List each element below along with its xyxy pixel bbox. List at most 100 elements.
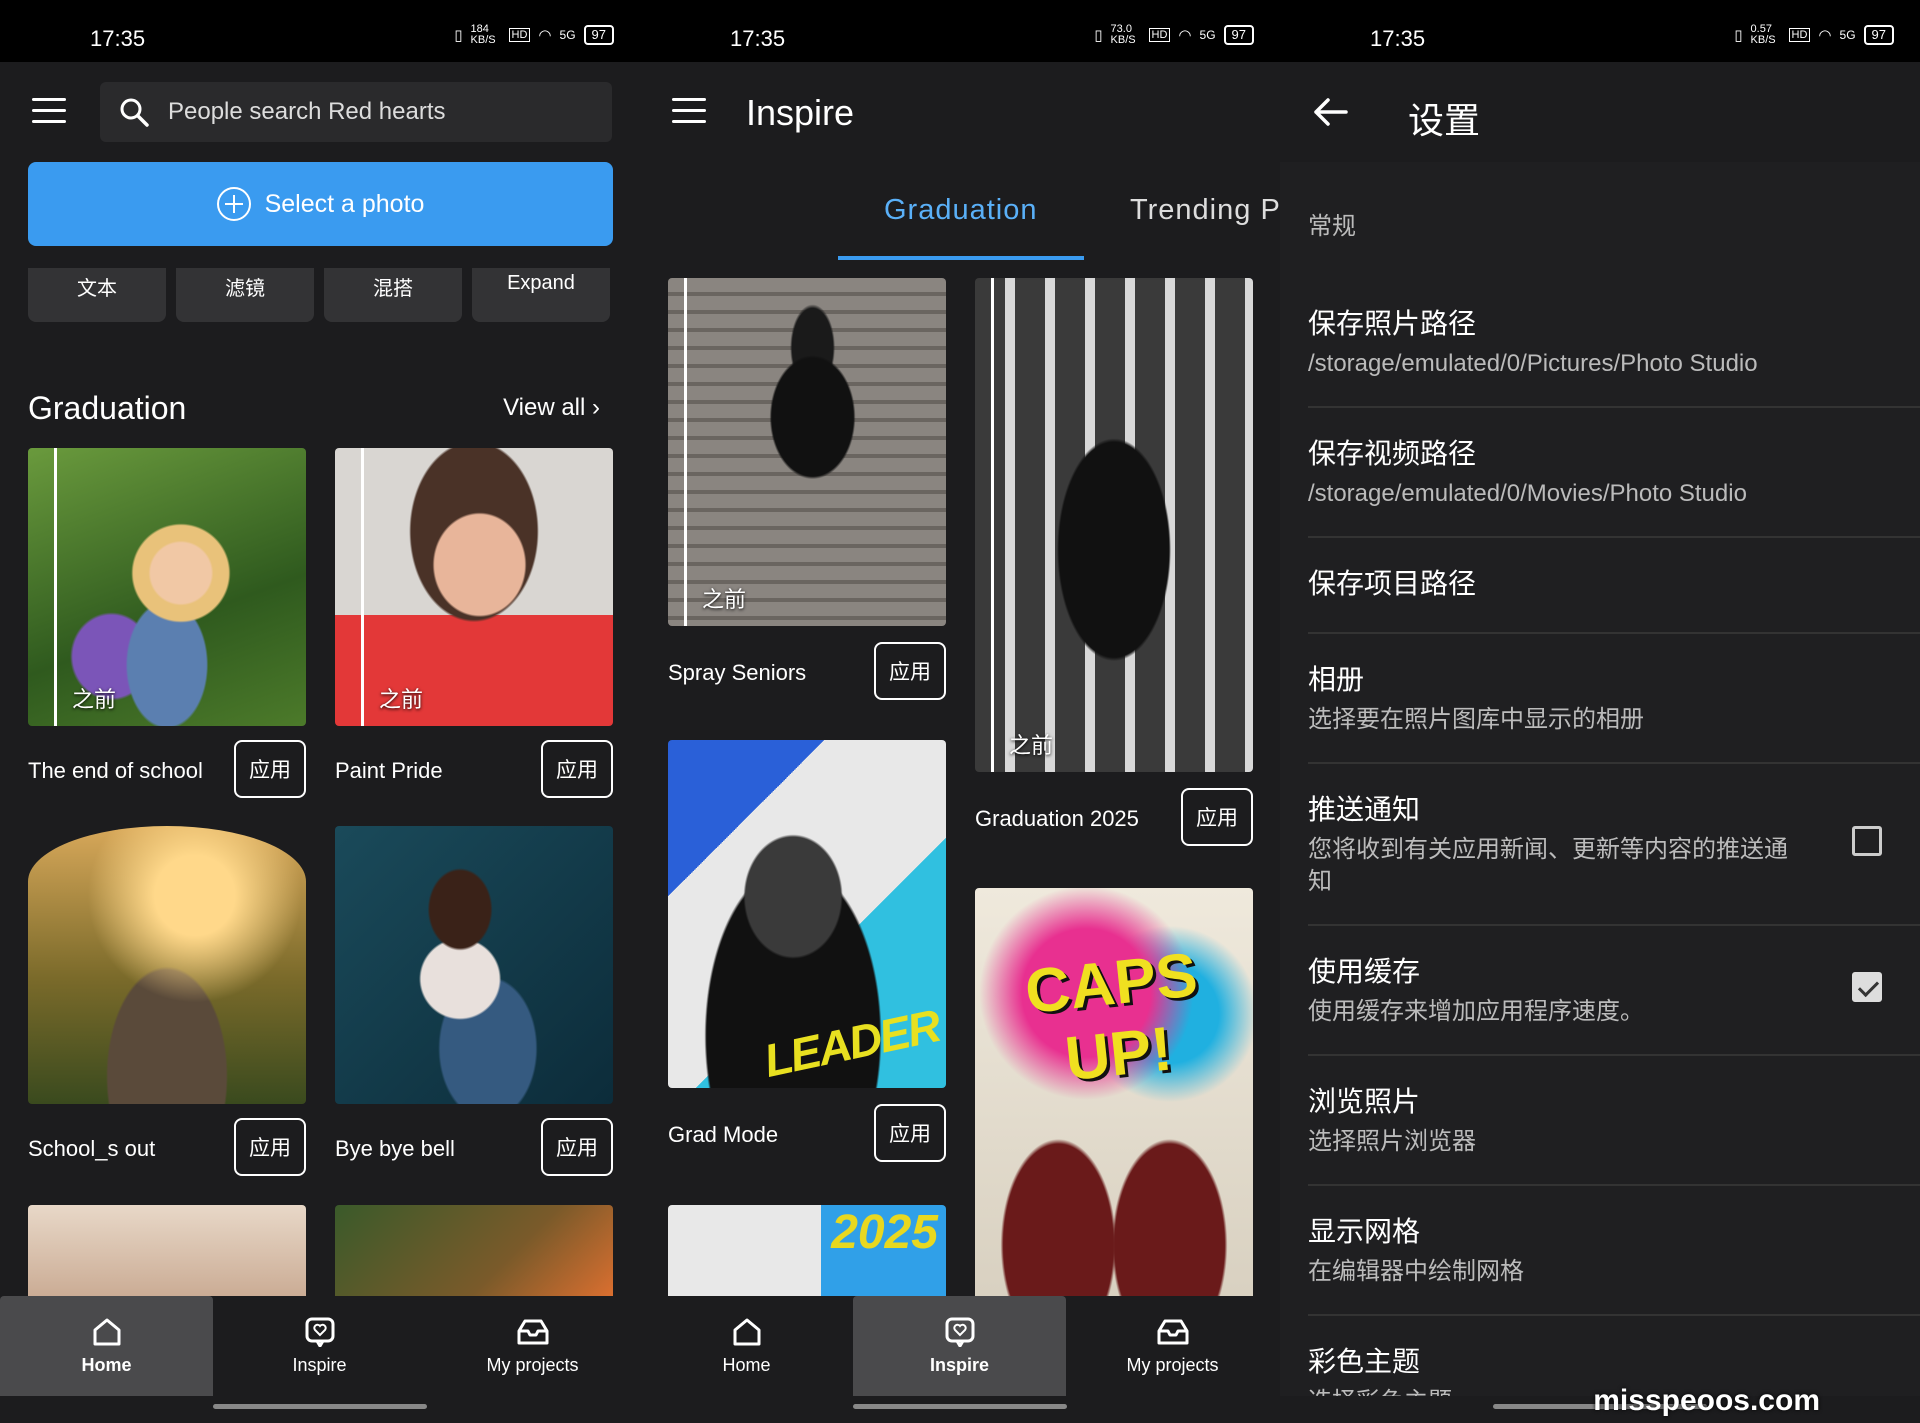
view-all-link[interactable]: View all › xyxy=(503,394,600,422)
wifi-icon: ◠ xyxy=(538,27,552,44)
page-title: 设置 xyxy=(1408,100,1481,141)
home-icon xyxy=(93,1318,120,1345)
apply-button[interactable]: 应用 xyxy=(874,642,946,700)
signal-icon: 5G xyxy=(1199,28,1216,42)
before-label: 之前 xyxy=(72,687,117,712)
card-image[interactable] xyxy=(28,826,306,1104)
apply-button[interactable]: 应用 xyxy=(541,740,613,798)
status-time: 17:35 xyxy=(90,26,146,51)
home-icon xyxy=(733,1318,760,1345)
card-image[interactable]: 2025 xyxy=(668,1205,946,1305)
before-label: 之前 xyxy=(1009,733,1054,758)
apply-button[interactable]: 应用 xyxy=(874,1104,946,1162)
card-title: The end of school xyxy=(28,758,203,783)
use-cache-checkbox[interactable] xyxy=(1852,972,1882,1002)
tab-bar: Graduation Trending P xyxy=(640,162,1280,262)
nav-home[interactable]: Home xyxy=(640,1296,853,1396)
before-label: 之前 xyxy=(702,587,747,612)
tab-indicator xyxy=(838,256,1084,260)
before-label: 之前 xyxy=(379,687,424,712)
setting-albums[interactable]: 相册 选择要在照片图库中显示的相册 xyxy=(1308,658,1920,764)
tool-chip-mix[interactable]: 混搭 xyxy=(324,268,462,322)
section-title: Graduation xyxy=(28,390,187,426)
nav-my-projects[interactable]: My projects xyxy=(426,1296,639,1396)
setting-save-project-path[interactable]: 保存项目路径 xyxy=(1308,562,1920,634)
card-image[interactable] xyxy=(28,1205,306,1305)
hd-icon: HD xyxy=(508,28,531,42)
home-indicator xyxy=(853,1404,1067,1409)
nav-inspire[interactable]: Inspire xyxy=(213,1296,426,1396)
nav-home[interactable]: Home xyxy=(0,1296,213,1396)
search-bar[interactable] xyxy=(100,82,612,142)
tool-chip-expand[interactable]: Expand xyxy=(472,268,610,322)
settings-category: 常规 xyxy=(1308,213,1356,240)
back-arrow-icon[interactable] xyxy=(1310,92,1350,132)
apply-button[interactable]: 应用 xyxy=(1181,788,1253,846)
card-title: Paint Pride xyxy=(335,758,443,783)
hd-icon: HD xyxy=(1788,28,1811,42)
apply-button[interactable]: 应用 xyxy=(234,740,306,798)
apply-button[interactable]: 应用 xyxy=(234,1118,306,1176)
setting-use-cache[interactable]: 使用缓存 使用缓存来增加应用程序速度。 xyxy=(1308,950,1920,1056)
setting-save-video-path[interactable]: 保存视频路径 /storage/emulated/0/Movies/Photo … xyxy=(1308,432,1920,538)
network-speed: 0.57 KB/S xyxy=(1750,23,1776,46)
setting-push-notifications[interactable]: 推送通知 您将收到有关应用新闻、更新等内容的推送通知 xyxy=(1308,788,1920,926)
menu-icon[interactable] xyxy=(672,98,706,124)
status-time: 17:35 xyxy=(1370,26,1426,51)
tool-chip-filter[interactable]: 滤镜 xyxy=(176,268,314,322)
nav-inspire[interactable]: Inspire xyxy=(853,1296,1066,1396)
card-image[interactable]: 之前 xyxy=(28,448,306,726)
inspire-heart-icon xyxy=(305,1317,334,1347)
tab-trending[interactable]: Trending P xyxy=(1130,194,1280,227)
card-title: Spray Seniors xyxy=(668,660,807,685)
setting-show-grid[interactable]: 显示网格 在编辑器中绘制网格 xyxy=(1308,1210,1920,1316)
inspire-screen: 17:35 ▯ 73.0 KB/S HD ◠ 5G 97 Inspire Gra… xyxy=(640,0,1280,1423)
tool-chips: 文本 滤镜 混搭 Expand xyxy=(28,268,610,322)
vibrate-icon: ▯ xyxy=(1734,27,1743,44)
menu-icon[interactable] xyxy=(32,98,66,124)
wifi-icon: ◠ xyxy=(1818,27,1832,44)
card-title: Graduation 2025 xyxy=(975,806,1139,831)
push-notifications-checkbox[interactable] xyxy=(1852,826,1882,856)
search-icon xyxy=(120,98,149,127)
card-image[interactable] xyxy=(335,1205,613,1305)
card-image[interactable]: 之前 xyxy=(975,278,1253,772)
bottom-navigation: Home Inspire My projects xyxy=(640,1296,1280,1396)
card-image[interactable]: 之前 xyxy=(335,448,613,726)
settings-screen: 17:35 ▯ 0.57 KB/S HD ◠ 5G 97 设置 常规 保存照片路… xyxy=(1280,0,1920,1423)
watermark: misspeoos.com xyxy=(1593,1384,1820,1417)
tab-graduation[interactable]: Graduation xyxy=(884,194,1038,227)
network-speed: 184 KB/S xyxy=(470,23,496,46)
card-title: School_s out xyxy=(28,1136,156,1161)
search-input[interactable] xyxy=(168,82,598,142)
home-screen: 17:35 ▯ 184 KB/S HD ◠ 5G 97 Select a pho… xyxy=(0,0,640,1423)
battery-icon: 97 xyxy=(1863,25,1894,45)
card-title: Bye bye bell xyxy=(335,1136,455,1161)
projects-icon xyxy=(517,1319,548,1344)
signal-icon: 5G xyxy=(1839,28,1856,42)
year-text: 2025 xyxy=(831,1206,938,1259)
apply-button[interactable]: 应用 xyxy=(541,1118,613,1176)
card-image[interactable]: CAPS UP! xyxy=(975,888,1253,1308)
card-title: Grad Mode xyxy=(668,1122,779,1147)
app-bar: Inspire xyxy=(640,62,1280,162)
bottom-navigation: Home Inspire My projects xyxy=(0,1296,640,1396)
setting-save-photo-path[interactable]: 保存照片路径 /storage/emulated/0/Pictures/Phot… xyxy=(1308,302,1920,408)
page-title: Inspire xyxy=(746,92,855,133)
wifi-icon: ◠ xyxy=(1178,27,1192,44)
status-bar: 17:35 ▯ 0.57 KB/S HD ◠ 5G 97 xyxy=(1280,0,1920,62)
card-image[interactable]: 之前 xyxy=(668,278,946,626)
tool-chip-text[interactable]: 文本 xyxy=(28,268,166,322)
nav-my-projects[interactable]: My projects xyxy=(1066,1296,1279,1396)
setting-browse-photos[interactable]: 浏览照片 选择照片浏览器 xyxy=(1308,1080,1920,1186)
battery-icon: 97 xyxy=(1223,25,1254,45)
card-image[interactable]: LEADER xyxy=(668,740,946,1088)
card-image[interactable] xyxy=(335,826,613,1104)
battery-icon: 97 xyxy=(583,25,614,45)
home-indicator xyxy=(213,1404,427,1409)
select-photo-button[interactable]: Select a photo xyxy=(28,162,613,246)
chevron-right-icon: › xyxy=(592,394,600,421)
network-speed: 73.0 KB/S xyxy=(1110,23,1136,46)
status-time: 17:35 xyxy=(730,26,786,51)
status-bar: 17:35 ▯ 184 KB/S HD ◠ 5G 97 xyxy=(0,0,640,62)
